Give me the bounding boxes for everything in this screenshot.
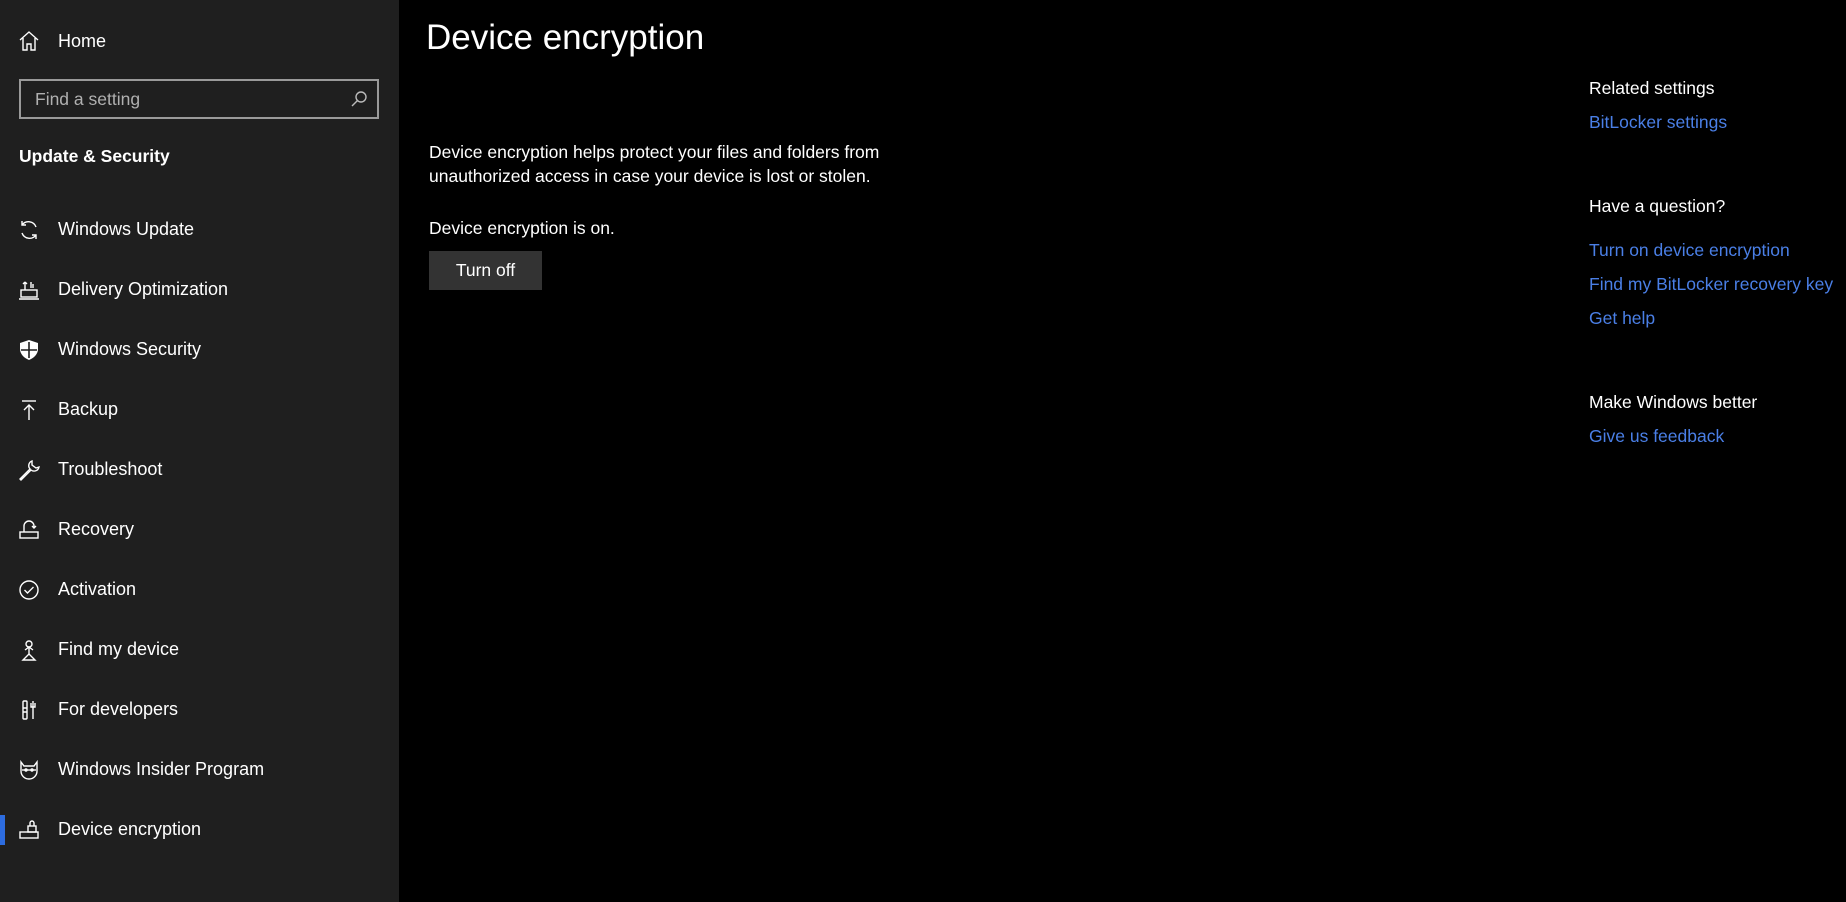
home-nav-item[interactable]: Home [0,18,399,64]
get-help-link[interactable]: Get help [1589,308,1655,329]
make-windows-better-heading: Make Windows better [1589,392,1758,412]
encryption-status: Device encryption is on. [429,218,615,238]
section-title: Update & Security [19,146,170,166]
have-a-question-heading: Have a question? [1589,196,1726,216]
ninja-cat-icon [18,759,40,781]
turn-on-device-encryption-link[interactable]: Turn on device encryption [1589,240,1790,261]
bitlocker-settings-link[interactable]: BitLocker settings [1589,112,1727,133]
person-pin-icon [18,639,40,661]
recovery-icon [18,519,40,541]
sidebar-item-delivery-optimization[interactable]: Delivery Optimization [0,260,399,320]
sidebar-item-label: Windows Insider Program [58,759,265,779]
wrench-icon [18,459,40,481]
sidebar: Home Update & Security Windows Update De… [0,0,399,902]
sidebar-item-label: Windows Security [58,339,202,359]
sidebar-item-label: Activation [58,579,137,599]
give-feedback-link[interactable]: Give us feedback [1589,426,1724,447]
sidebar-item-backup[interactable]: Backup [0,380,399,440]
sidebar-item-find-my-device[interactable]: Find my device [0,620,399,680]
turn-off-button[interactable]: Turn off [429,251,542,290]
check-circle-icon [18,579,40,601]
sidebar-item-label: Find my device [58,639,180,659]
sidebar-item-label: Windows Update [58,219,195,239]
shield-icon [18,339,40,361]
sidebar-item-label: For developers [58,699,179,719]
sidebar-item-windows-insider-program[interactable]: Windows Insider Program [0,740,399,800]
sidebar-item-label: Recovery [58,519,135,539]
encryption-icon [18,819,40,841]
home-label: Home [58,30,107,51]
sidebar-item-label: Delivery Optimization [58,279,229,299]
sidebar-item-windows-update[interactable]: Windows Update [0,200,399,260]
search-box[interactable] [19,79,379,119]
developer-tools-icon [18,699,40,721]
sidebar-item-activation[interactable]: Activation [0,560,399,620]
related-settings-heading: Related settings [1589,78,1715,98]
sidebar-item-device-encryption[interactable]: Device encryption [0,800,399,860]
search-input[interactable] [21,81,341,117]
sidebar-item-recovery[interactable]: Recovery [0,500,399,560]
find-bitlocker-recovery-key-link[interactable]: Find my BitLocker recovery key [1589,274,1833,295]
sidebar-item-label: Troubleshoot [58,459,163,479]
encryption-description: Device encryption helps protect your fil… [429,142,880,186]
sidebar-item-label: Device encryption [58,819,202,839]
home-icon [18,30,40,52]
backup-arrow-icon [18,399,40,421]
sidebar-item-label: Backup [58,399,119,419]
sidebar-item-troubleshoot[interactable]: Troubleshoot [0,440,399,500]
page-title: Device encryption [426,18,705,57]
active-indicator [0,815,5,845]
refresh-icon [18,219,40,241]
sidebar-item-windows-security[interactable]: Windows Security [0,320,399,380]
delivery-icon [18,279,40,301]
sidebar-item-for-developers[interactable]: For developers [0,680,399,740]
search-icon[interactable] [350,90,368,108]
